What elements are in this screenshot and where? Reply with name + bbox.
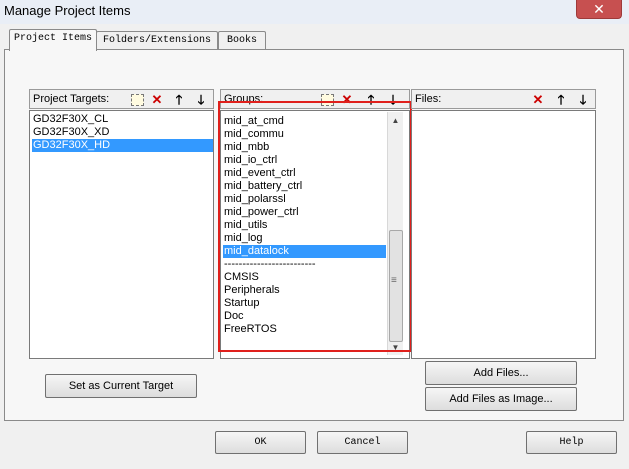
close-icon: ✕ bbox=[593, 1, 605, 17]
delete-icon[interactable]: ✕ bbox=[149, 92, 165, 107]
arrow-down-icon[interactable]: 🡓 bbox=[193, 92, 209, 107]
targets-list[interactable]: GD32F30X_CL GD32F30X_XD GD32F30X_HD bbox=[29, 110, 214, 359]
close-button[interactable]: ✕ bbox=[576, 0, 622, 19]
window-title: Manage Project Items bbox=[4, 3, 131, 18]
targets-label: Project Targets: bbox=[33, 93, 110, 105]
files-label: Files: bbox=[415, 93, 442, 105]
set-current-target-button[interactable]: Set as Current Target bbox=[45, 374, 197, 398]
list-item[interactable]: GD32F30X_XD bbox=[32, 126, 213, 139]
tab-folders-extensions[interactable]: Folders/Extensions bbox=[96, 31, 218, 50]
ok-button[interactable]: OK bbox=[215, 431, 306, 454]
list-item[interactable]: GD32F30X_CL bbox=[32, 113, 213, 126]
tab-books[interactable]: Books bbox=[218, 31, 266, 50]
tab-label: Project Items bbox=[13, 33, 92, 44]
targets-header: Project Targets: ✕ 🡑 🡓 bbox=[29, 89, 214, 109]
arrow-up-icon[interactable]: 🡑 bbox=[553, 92, 569, 107]
help-button[interactable]: Help bbox=[526, 431, 617, 454]
add-files-as-image-button[interactable]: Add Files as Image... bbox=[425, 387, 577, 411]
arrow-down-icon[interactable]: 🡓 bbox=[575, 92, 591, 107]
highlight-frame bbox=[218, 101, 412, 352]
arrow-up-icon[interactable]: 🡑 bbox=[171, 92, 187, 107]
files-header: Files: ✕ 🡑 🡓 bbox=[411, 89, 596, 109]
files-list[interactable] bbox=[411, 110, 596, 359]
list-item-selected[interactable]: GD32F30X_HD bbox=[32, 139, 213, 152]
tab-label: Folders/Extensions bbox=[102, 35, 212, 46]
new-icon[interactable] bbox=[131, 94, 144, 106]
cancel-button[interactable]: Cancel bbox=[317, 431, 408, 454]
tab-label: Books bbox=[226, 35, 257, 46]
title-bar: Manage Project Items ✕ bbox=[0, 0, 629, 24]
add-files-button[interactable]: Add Files... bbox=[425, 361, 577, 385]
tab-project-items[interactable]: Project Items bbox=[9, 29, 97, 51]
delete-icon[interactable]: ✕ bbox=[530, 92, 546, 107]
